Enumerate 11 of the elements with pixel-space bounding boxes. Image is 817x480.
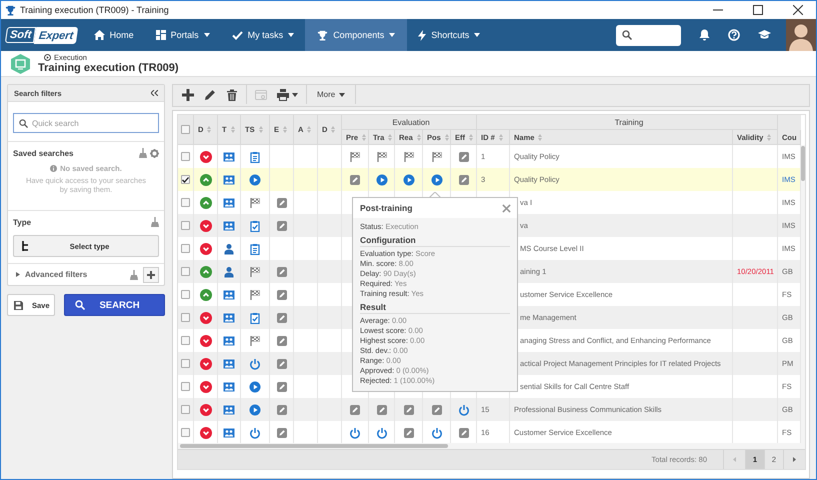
section-title: Type [13,218,32,226]
section-title: Result [360,302,510,314]
column-group-header: Evaluation [392,118,430,126]
popup-title: Post-training [360,203,412,213]
window-title: Training execution (TR009) - Training [20,5,170,15]
section-title: Saved searches [13,148,74,158]
logo-text: Expert [34,26,79,44]
logo-text: Soft [4,27,37,43]
column-group-header: Training [614,118,644,126]
page-title: Training execution (TR009) [38,62,179,74]
section-title: Configuration [360,235,510,247]
